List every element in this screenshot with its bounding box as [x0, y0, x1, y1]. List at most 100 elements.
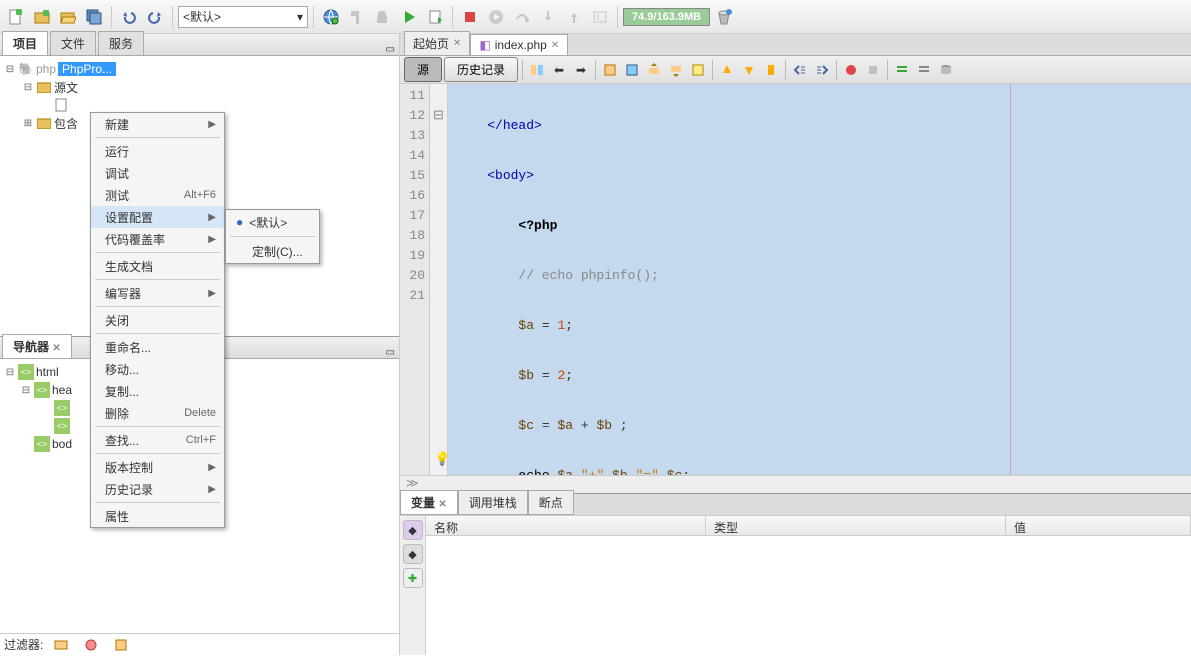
history-view-button[interactable]: 历史记录 — [444, 57, 518, 82]
highlight-icon[interactable] — [622, 60, 642, 80]
diff-icon[interactable] — [527, 60, 547, 80]
main-toolbar: <默认>▾ 74.9/163.9MB — [0, 0, 1191, 34]
tab-start-page[interactable]: 起始页✕ — [404, 31, 470, 55]
tag-icon: <> — [54, 400, 70, 416]
bullet-icon: ● — [236, 215, 243, 229]
menu-set-config[interactable]: 设置配置▶ — [91, 206, 224, 228]
menu-gendoc[interactable]: 生成文档 — [91, 255, 224, 277]
menu-delete[interactable]: 删除Delete — [91, 402, 224, 424]
tab-services[interactable]: 服务 — [98, 31, 144, 55]
close-icon[interactable]: ✕ — [453, 38, 461, 49]
run-icon[interactable] — [397, 5, 421, 29]
minimize-icon[interactable]: ▭ — [386, 347, 395, 358]
bookmark-prev-icon[interactable] — [717, 60, 737, 80]
new-project-icon[interactable] — [30, 5, 54, 29]
redo-icon[interactable] — [143, 5, 167, 29]
memory-badge: 74.9/163.9MB — [623, 8, 710, 26]
tab-variables[interactable]: 变量 ✕ — [400, 490, 458, 515]
menu-test[interactable]: 测试Alt+F6 — [91, 184, 224, 206]
undo-icon[interactable] — [117, 5, 141, 29]
toggle-hl-icon[interactable] — [688, 60, 708, 80]
step-into-icon[interactable] — [536, 5, 560, 29]
config-combo[interactable]: <默认>▾ — [178, 6, 308, 28]
col-type[interactable]: 类型 — [706, 516, 1006, 535]
close-icon[interactable]: ✕ — [551, 40, 559, 51]
trash-icon[interactable] — [712, 5, 736, 29]
filter-icon[interactable] — [79, 633, 103, 657]
save-all-icon[interactable] — [82, 5, 106, 29]
tab-files[interactable]: 文件 — [50, 31, 96, 55]
nav-fwd-icon[interactable]: ➡ — [571, 60, 591, 80]
col-value[interactable]: 值 — [1006, 516, 1191, 535]
menu-compiler[interactable]: 编写器▶ — [91, 282, 224, 304]
folder-icon — [36, 79, 52, 95]
bulb-icon[interactable]: 💡 — [434, 452, 450, 467]
comment-icon[interactable] — [892, 60, 912, 80]
nav-back-icon[interactable]: ⬅ — [549, 60, 569, 80]
step-out-icon[interactable] — [562, 5, 586, 29]
menu-run[interactable]: 运行 — [91, 140, 224, 162]
menu-copy[interactable]: 复制... — [91, 380, 224, 402]
tree-row[interactable]: ⊟🐘php PhpPro... — [0, 60, 399, 78]
macro-record-icon[interactable] — [841, 60, 861, 80]
menu-properties[interactable]: 属性 — [91, 505, 224, 527]
debug-sidebar: ◆ ◆ ✚ — [400, 516, 426, 655]
uncomment-icon[interactable] — [914, 60, 934, 80]
watch-icon[interactable]: ◆ — [403, 520, 423, 540]
find-prev-icon[interactable] — [644, 60, 664, 80]
debug-body: ◆ ◆ ✚ 名称 类型 值 — [400, 515, 1191, 655]
filter-bar: 过滤器: — [0, 633, 399, 655]
cursor-icon[interactable] — [588, 5, 612, 29]
menu-new[interactable]: 新建▶ — [91, 113, 224, 135]
col-name[interactable]: 名称 — [426, 516, 706, 535]
filter-icon[interactable] — [109, 633, 133, 657]
debug-icon[interactable] — [423, 5, 447, 29]
menu-close[interactable]: 关闭 — [91, 309, 224, 331]
menu-find[interactable]: 查找...Ctrl+F — [91, 429, 224, 451]
tab-project[interactable]: 项目 — [2, 31, 48, 55]
watch2-icon[interactable]: ◆ — [403, 544, 423, 564]
new-file-icon[interactable] — [4, 5, 28, 29]
filter-icon[interactable] — [49, 633, 73, 657]
line-gutter: 1112131415161718192021 — [400, 84, 430, 475]
close-icon[interactable]: ✕ — [438, 499, 446, 510]
submenu-custom[interactable]: 定制(C)... — [226, 239, 319, 263]
tab-breakpoints[interactable]: 断点 — [528, 490, 574, 515]
menu-history[interactable]: 历史记录▶ — [91, 478, 224, 500]
add-watch-icon[interactable]: ✚ — [403, 568, 423, 588]
menu-rename[interactable]: 重命名... — [91, 336, 224, 358]
source-toolbar: 源 历史记录 ⬅ ➡ — [400, 56, 1191, 84]
find-next-icon[interactable] — [666, 60, 686, 80]
menu-debug[interactable]: 调试 — [91, 162, 224, 184]
submenu-default[interactable]: ●<默认> — [226, 210, 319, 234]
bookmark-next-icon[interactable] — [739, 60, 759, 80]
php-icon: 🐘 — [18, 61, 34, 77]
minimize-icon[interactable]: ▭ — [386, 44, 395, 55]
db-icon[interactable] — [936, 60, 956, 80]
play-round-icon[interactable] — [484, 5, 508, 29]
source-view-button[interactable]: 源 — [404, 57, 442, 82]
code-editor[interactable]: 1112131415161718192021 ⊟ 💡 </head> <body… — [400, 84, 1191, 475]
code-content[interactable]: </head> <body> <?php // echo phpinfo(); … — [448, 84, 1191, 475]
file-icon — [54, 97, 70, 113]
globe-icon[interactable] — [319, 5, 343, 29]
tab-callstack[interactable]: 调用堆栈 — [458, 490, 528, 515]
menu-version[interactable]: 版本控制▶ — [91, 456, 224, 478]
close-icon[interactable]: ✕ — [52, 343, 60, 354]
menu-move[interactable]: 移动... — [91, 358, 224, 380]
open-icon[interactable] — [56, 5, 80, 29]
find-sel-icon[interactable] — [600, 60, 620, 80]
menu-coverage[interactable]: 代码覆盖率▶ — [91, 228, 224, 250]
tree-row[interactable]: ⊟源文 — [0, 78, 399, 96]
clean-icon[interactable] — [371, 5, 395, 29]
step-over-icon[interactable] — [510, 5, 534, 29]
tab-index-php[interactable]: ◧index.php✕ — [470, 34, 568, 55]
bookmark-toggle-icon[interactable] — [761, 60, 781, 80]
hammer-icon[interactable] — [345, 5, 369, 29]
shift-left-icon[interactable] — [790, 60, 810, 80]
shift-right-icon[interactable] — [812, 60, 832, 80]
tab-navigator[interactable]: 导航器 ✕ — [2, 334, 72, 358]
macro-stop-icon[interactable] — [863, 60, 883, 80]
stop-icon[interactable] — [458, 5, 482, 29]
right-margin-line — [1010, 84, 1011, 475]
